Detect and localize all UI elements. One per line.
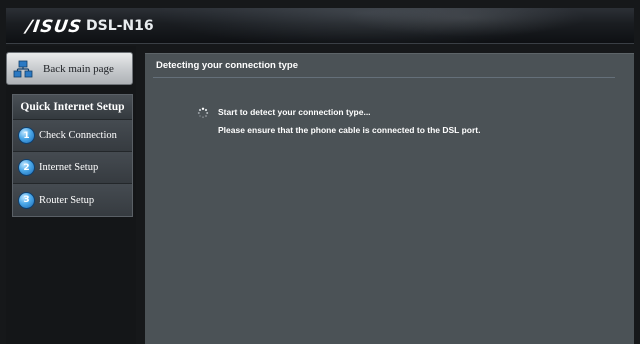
title-divider — [153, 77, 615, 78]
back-main-page-label: Back main page — [43, 62, 114, 75]
page-title: Detecting your connection type — [156, 60, 298, 71]
menu-item-check-connection[interactable]: 1 Check Connection — [13, 120, 132, 152]
menu-item-label: Internet Setup — [39, 162, 99, 173]
header-bar: /ISUS DSL-N16 — [6, 8, 634, 44]
asus-logo: /ISUS — [24, 17, 84, 37]
menu-item-label: Check Connection — [39, 130, 117, 141]
network-icon — [13, 60, 33, 78]
step-three-icon: 3 — [18, 191, 35, 209]
menu-item-router-setup[interactable]: 3 Router Setup — [13, 184, 132, 216]
qis-title: Quick Internet Setup — [13, 95, 132, 120]
step-one-icon: 1 — [18, 127, 35, 144]
back-main-page-button[interactable]: Back main page — [6, 52, 133, 85]
cable-instruction-text: Please ensure that the phone cable is co… — [218, 125, 481, 135]
right-margin — [634, 44, 640, 344]
menu-item-internet-setup[interactable]: 2 Internet Setup — [13, 152, 132, 184]
quick-internet-setup-menu: Quick Internet Setup 1 Check Connection … — [12, 94, 133, 217]
loading-spinner-icon — [197, 106, 209, 119]
main-content-panel: Detecting your connection type Start to … — [145, 53, 634, 344]
detection-status-text: Start to detect your connection type... — [218, 107, 371, 117]
step-two-icon: 2 — [18, 159, 35, 176]
menu-item-label: Router Setup — [39, 194, 95, 206]
model-name: DSL-N16 — [86, 18, 154, 34]
